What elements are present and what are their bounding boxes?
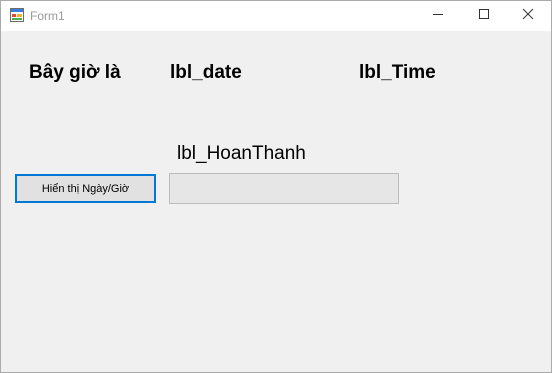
close-icon xyxy=(522,7,534,25)
time-label: lbl_Time xyxy=(359,62,436,83)
minimize-button[interactable] xyxy=(415,1,461,31)
minimize-icon xyxy=(432,7,444,25)
close-button[interactable] xyxy=(505,1,551,31)
form1-window: Form1 Bây giờ là lbl_date lbl_Time lbl_H… xyxy=(0,0,552,373)
maximize-button[interactable] xyxy=(461,1,507,31)
maximize-icon xyxy=(478,7,490,25)
form-client-area: Bây giờ là lbl_date lbl_Time lbl_HoanTha… xyxy=(1,31,551,372)
window-title: Form1 xyxy=(30,9,65,23)
now-label: Bây giờ là xyxy=(29,62,121,83)
title-bar[interactable]: Form1 xyxy=(1,1,551,31)
form-icon xyxy=(10,8,24,22)
completion-label: lbl_HoanThanh xyxy=(177,143,306,164)
show-datetime-button[interactable]: Hiển thị Ngày/Giờ xyxy=(15,174,156,203)
progress-bar xyxy=(169,173,399,204)
date-label: lbl_date xyxy=(170,62,242,83)
